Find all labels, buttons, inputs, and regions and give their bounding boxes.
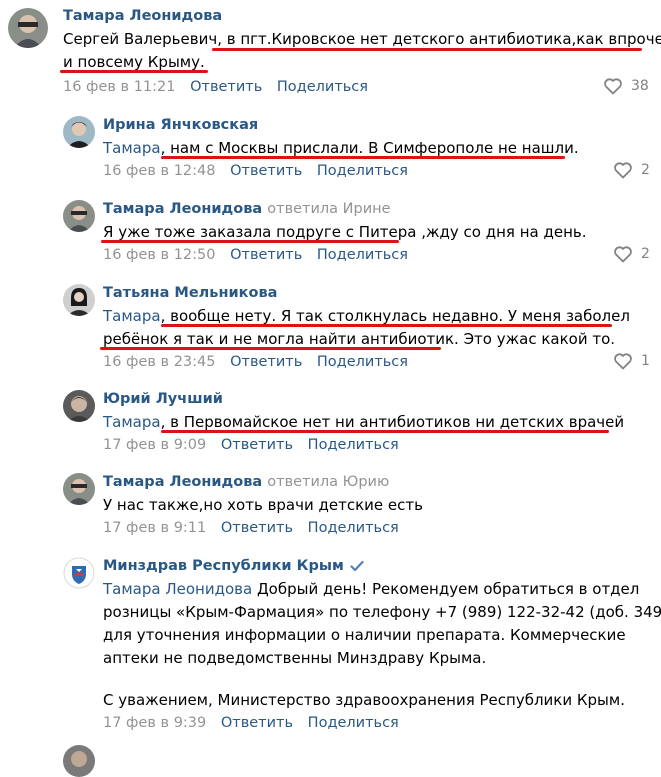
reply-button[interactable]: Ответить bbox=[221, 520, 293, 536]
share-button[interactable]: Поделиться bbox=[317, 354, 408, 370]
reply-button[interactable]: Ответить bbox=[221, 437, 293, 453]
comment-text: аптеки не подведомственны Минздраву Крым… bbox=[103, 649, 487, 667]
comment-author[interactable]: Тамара Леонидова bbox=[63, 8, 222, 24]
heart-outline-icon bbox=[614, 162, 632, 179]
reply-button[interactable]: Ответить bbox=[221, 715, 293, 731]
comment-meta: 17 фев в 9:09 Ответить Поделиться bbox=[103, 437, 399, 453]
comment-text-body: , в Первомайское нет ни антибиотиков ни … bbox=[160, 413, 625, 431]
highlight-underline bbox=[100, 347, 441, 350]
comment-author[interactable]: Юрий Лучший bbox=[103, 391, 223, 407]
highlight-underline bbox=[60, 70, 208, 73]
like-count: 38 bbox=[631, 78, 649, 94]
verified-check-icon bbox=[350, 560, 364, 572]
mention-link[interactable]: Тамара bbox=[103, 307, 161, 325]
comment-author[interactable]: Ирина Янчковская bbox=[103, 117, 258, 133]
like-button[interactable]: 1 bbox=[613, 352, 650, 370]
comment-text: У нас также,но хоть врачи детские есть bbox=[103, 496, 423, 514]
comment-author[interactable]: Татьяна Мельникова bbox=[103, 285, 277, 301]
share-button[interactable]: Поделиться bbox=[277, 79, 368, 95]
comment-date[interactable]: 16 фев в 12:50 bbox=[103, 247, 215, 263]
comment-text-body: , нам с Москвы прислали. В Симферополе н… bbox=[160, 139, 579, 157]
comment-author[interactable]: Тамара Леонидова ответила Юрию bbox=[103, 474, 389, 490]
comment-text: Тамара Леонидова Добрый день! Рекомендуе… bbox=[103, 578, 639, 601]
comment-text-body: Добрый день! Рекомендуем обратиться в от… bbox=[252, 580, 640, 598]
heart-outline-icon bbox=[614, 353, 632, 370]
like-button[interactable]: 38 bbox=[603, 77, 649, 95]
avatar[interactable] bbox=[63, 390, 95, 422]
highlight-underline bbox=[161, 324, 612, 327]
share-button[interactable]: Поделиться bbox=[308, 437, 399, 453]
comment-meta: 16 фев в 11:21 Ответить Поделиться bbox=[63, 79, 368, 95]
mention-link[interactable]: Тамара bbox=[103, 139, 161, 157]
highlight-underline bbox=[101, 240, 399, 243]
comment-text: розницы «Крым-Фармация» по телефону +7 (… bbox=[103, 603, 661, 621]
comment-date[interactable]: 17 фев в 9:11 bbox=[103, 520, 206, 536]
like-count: 2 bbox=[641, 162, 650, 178]
reply-button[interactable]: Ответить bbox=[230, 247, 302, 263]
share-button[interactable]: Поделиться bbox=[317, 163, 408, 179]
comment-text-body: , вообще нету. Я так столкнулась недавно… bbox=[160, 307, 630, 325]
author-name[interactable]: Минздрав Республики Крым bbox=[103, 558, 344, 574]
comment-date[interactable]: 17 фев в 9:09 bbox=[103, 437, 206, 453]
avatar[interactable] bbox=[63, 284, 95, 316]
author-name[interactable]: Тамара Леонидова bbox=[103, 474, 262, 490]
mention-link[interactable]: Тамара Леонидова bbox=[103, 580, 252, 598]
like-button[interactable]: 2 bbox=[613, 245, 650, 263]
avatar[interactable] bbox=[63, 473, 95, 505]
highlight-underline bbox=[212, 48, 642, 51]
comment-author[interactable]: Тамара Леонидова ответила Ирине bbox=[103, 201, 391, 217]
avatar[interactable] bbox=[63, 116, 95, 148]
replied-to[interactable]: ответила Юрию bbox=[267, 474, 389, 490]
comment-meta: 16 фев в 12:48 Ответить Поделиться bbox=[103, 163, 408, 179]
highlight-underline bbox=[161, 430, 609, 433]
like-count: 1 bbox=[641, 353, 650, 369]
avatar[interactable] bbox=[63, 745, 95, 777]
reply-button[interactable]: Ответить bbox=[230, 163, 302, 179]
avatar[interactable] bbox=[8, 8, 48, 48]
heart-outline-icon bbox=[604, 78, 622, 95]
comment-text: С уважением, Министерство здравоохранени… bbox=[103, 691, 625, 709]
replied-to[interactable]: ответила Ирине bbox=[267, 201, 390, 217]
heart-outline-icon bbox=[614, 246, 632, 263]
reply-button[interactable]: Ответить bbox=[190, 79, 262, 95]
comment-text: для уточнения информации о наличии препа… bbox=[103, 626, 626, 644]
mention-link[interactable]: Тамара bbox=[103, 413, 161, 431]
share-button[interactable]: Поделиться bbox=[317, 247, 408, 263]
comment-meta: 17 фев в 9:11 Ответить Поделиться bbox=[103, 520, 399, 536]
share-button[interactable]: Поделиться bbox=[308, 520, 399, 536]
comment-meta: 16 фев в 12:50 Ответить Поделиться bbox=[103, 247, 408, 263]
like-count: 2 bbox=[641, 246, 650, 262]
comment-author[interactable]: Минздрав Республики Крым bbox=[103, 558, 364, 574]
share-button[interactable]: Поделиться bbox=[308, 715, 399, 731]
author-name[interactable]: Тамара Леонидова bbox=[103, 201, 262, 217]
comment-date[interactable]: 16 фев в 12:48 bbox=[103, 163, 215, 179]
comment-date[interactable]: 17 фев в 9:39 bbox=[103, 715, 206, 731]
avatar[interactable] bbox=[63, 557, 95, 589]
comment-meta: 16 фев в 23:45 Ответить Поделиться bbox=[103, 354, 408, 370]
comment-meta: 17 фев в 9:39 Ответить Поделиться bbox=[103, 715, 399, 731]
comment-date[interactable]: 16 фев в 11:21 bbox=[63, 79, 175, 95]
comment-date[interactable]: 16 фев в 23:45 bbox=[103, 354, 215, 370]
highlight-underline bbox=[161, 156, 565, 159]
reply-button[interactable]: Ответить bbox=[230, 354, 302, 370]
avatar[interactable] bbox=[63, 200, 95, 232]
like-button[interactable]: 2 bbox=[613, 161, 650, 179]
